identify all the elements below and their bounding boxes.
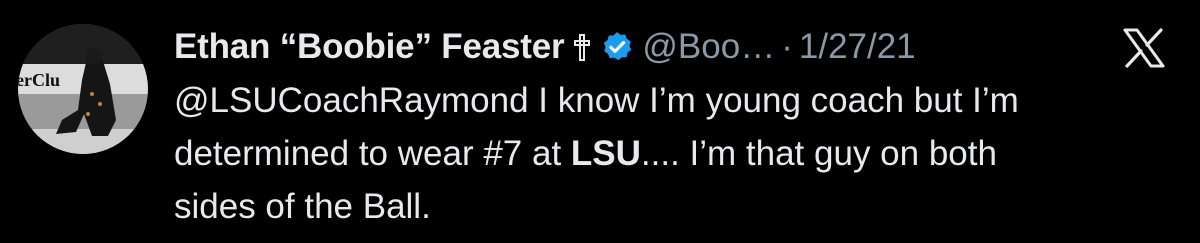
tweet-text-line-3: sides of the Ball. — [174, 187, 431, 226]
tweet-card[interactable]: erClu Ethan “Boobie” Feaster @Boo… · 1/2… — [0, 0, 1200, 243]
tweet-text-segment: determined to wear #7 at — [174, 134, 571, 173]
tweet-text: @LSUCoachRaymond I know I’m young coach … — [174, 74, 1174, 233]
avatar-banner-text: erClu — [18, 70, 60, 90]
tweet-text-line-1: @LSUCoachRaymond I know I’m young coach … — [174, 81, 1019, 120]
separator-dot: · — [781, 27, 793, 66]
tweet-text-line-2: determined to wear #7 at LSU.... I’m tha… — [174, 127, 1174, 180]
x-logo-icon[interactable] — [1122, 28, 1166, 68]
bold-text-lsu: LSU — [570, 134, 641, 173]
latin-cross-icon — [574, 32, 591, 62]
avatar[interactable]: erClu — [18, 24, 148, 154]
user-handle[interactable]: @Boo… — [642, 27, 775, 67]
tweet-header: Ethan “Boobie” Feaster @Boo… · 1/27/21 — [174, 22, 916, 72]
verified-badge-icon[interactable] — [600, 30, 634, 64]
tweet-date[interactable]: 1/27/21 — [799, 27, 916, 67]
display-name[interactable]: Ethan “Boobie” Feaster — [174, 27, 565, 67]
tweet-text-segment: .... I’m that guy on both — [640, 134, 997, 173]
